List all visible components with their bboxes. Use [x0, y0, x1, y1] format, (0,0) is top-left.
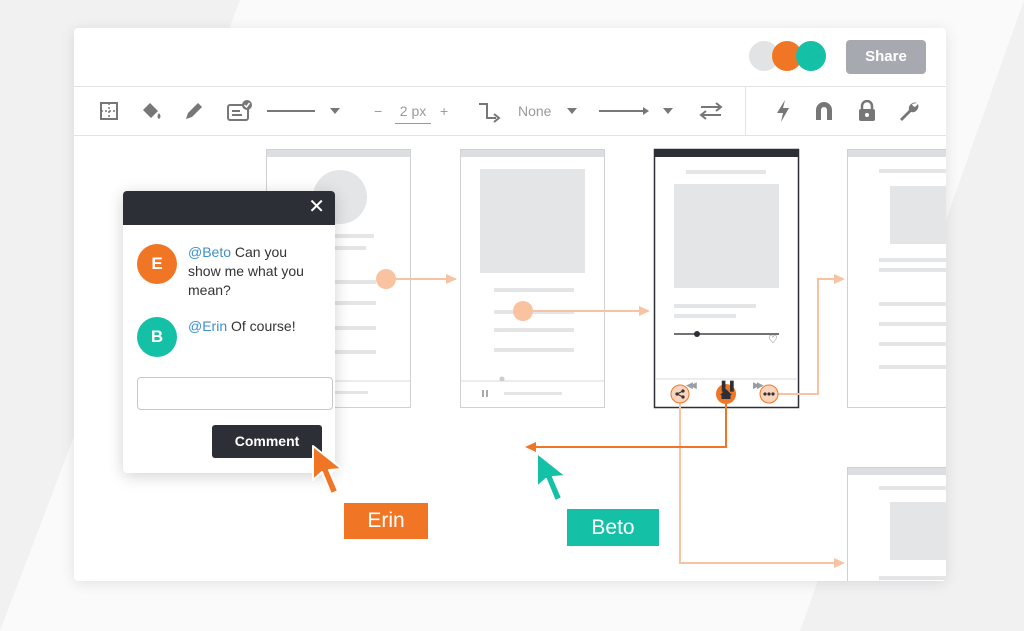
cursor-erin-icon — [312, 445, 343, 495]
collaborator-avatar-beto[interactable] — [796, 41, 826, 71]
stroke-increase[interactable]: + — [440, 87, 448, 135]
toolbar-divider — [745, 87, 746, 135]
pause-icon[interactable]: ❚❚ — [719, 379, 736, 392]
heart-icon[interactable]: ♡ — [768, 333, 778, 346]
mention-link[interactable]: @Erin — [188, 318, 227, 334]
cursor-label-beto: Beto — [567, 509, 659, 546]
comment-line: mean? — [188, 282, 231, 298]
comment-text: @Erin Of course! — [188, 317, 328, 336]
close-icon[interactable]: ✕ — [308, 197, 325, 217]
arrow-style-icon[interactable] — [599, 87, 679, 135]
forward-icon[interactable]: ▶▶ — [753, 380, 764, 391]
comment-text: @Beto Can you show me what you mean? — [188, 243, 328, 300]
swap-icon[interactable] — [696, 87, 726, 135]
stroke-width-underline — [395, 123, 431, 124]
comment-line: Can you — [231, 244, 288, 260]
connector-handle[interactable] — [513, 301, 533, 321]
comment-input[interactable] — [137, 377, 333, 410]
connector-dropdown-icon[interactable] — [564, 87, 580, 135]
wireframe-screen-3[interactable] — [653, 148, 800, 409]
connector-handle[interactable] — [376, 269, 396, 289]
lightning-icon[interactable] — [770, 87, 796, 135]
cursor-beto-icon — [536, 452, 567, 502]
rewind-icon[interactable]: ◀◀ — [686, 380, 697, 391]
fill-bucket-icon[interactable] — [138, 87, 166, 135]
comment-popup: ✕ E @Beto Can you show me what you mean?… — [123, 191, 335, 473]
comment-avatar-beto: B — [137, 317, 177, 357]
stroke-width-value[interactable]: 2 px — [394, 87, 432, 135]
connector-icon[interactable] — [474, 87, 504, 135]
connector-value[interactable]: None — [518, 87, 551, 135]
wireframe-screen-2[interactable] — [460, 149, 605, 408]
top-bar: Share — [74, 28, 946, 87]
lock-icon[interactable] — [854, 87, 880, 135]
comment-button[interactable]: Comment — [212, 425, 322, 458]
share-button[interactable]: Share — [846, 40, 926, 74]
comment-popup-header: ✕ — [123, 191, 335, 225]
wrench-icon[interactable] — [896, 87, 922, 135]
comment-avatar-erin: E — [137, 244, 177, 284]
mention-link[interactable]: @Beto — [188, 244, 231, 260]
magnet-icon[interactable] — [811, 87, 837, 135]
wireframe-screen-4[interactable] — [847, 149, 947, 408]
cursor-label-erin: Erin — [344, 503, 428, 539]
wireframe-screen-5[interactable] — [847, 467, 947, 582]
stroke-decrease[interactable]: − — [374, 87, 382, 135]
more-icon[interactable] — [759, 384, 779, 404]
comment-line: show me what you — [188, 263, 304, 279]
checklist-icon[interactable] — [224, 87, 256, 135]
grid-icon[interactable] — [96, 87, 122, 135]
comment-line: Of course! — [227, 318, 296, 334]
line-style-icon[interactable] — [267, 87, 347, 135]
toolbar: − 2 px + None — [74, 87, 946, 136]
pencil-icon[interactable] — [180, 87, 208, 135]
